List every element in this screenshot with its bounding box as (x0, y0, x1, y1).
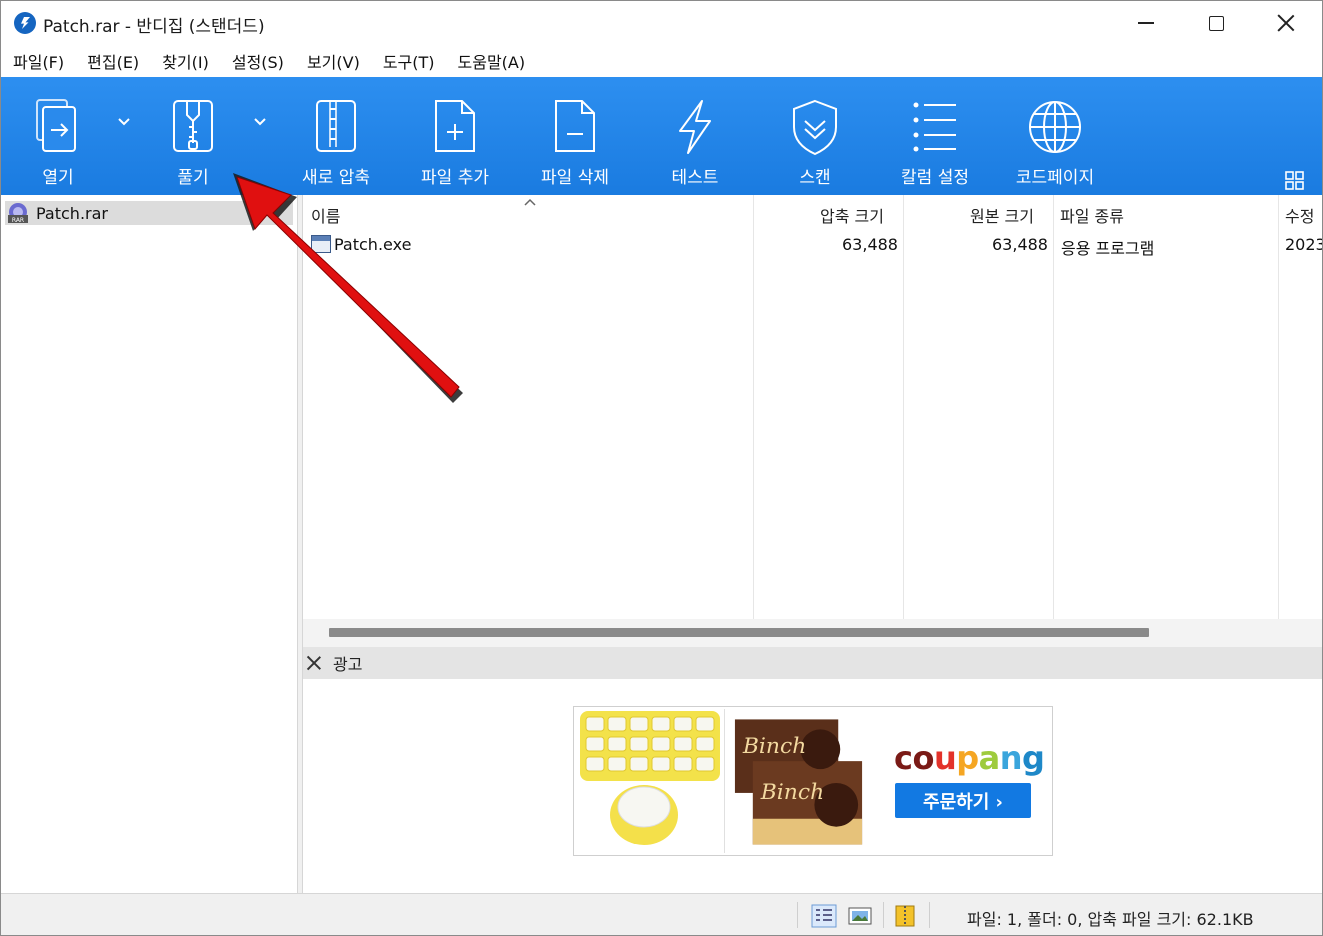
horizontal-scrollbar[interactable] (303, 619, 1322, 647)
file-modified-cell: 2023 (1285, 235, 1323, 254)
test-button[interactable]: 테스트 (635, 77, 755, 195)
menu-settings[interactable]: 설정(S) (232, 49, 284, 73)
column-settings-button[interactable]: 칼럼 설정 (875, 77, 995, 195)
chevron-down-icon (254, 118, 266, 126)
tree-item-label: Patch.rar (36, 203, 108, 223)
svg-text:Binch: Binch (742, 734, 806, 759)
minimize-icon (1138, 22, 1154, 24)
open-button[interactable]: 열기 (1, 77, 118, 195)
close-button[interactable] (1251, 1, 1321, 45)
new-archive-button[interactable]: 새로 압축 (276, 77, 396, 195)
menu-view[interactable]: 보기(V) (307, 49, 360, 73)
column-header-original-size[interactable]: 원본 크기 (970, 203, 1034, 227)
ad-area: Binch Binch coupang 주문하기 › (303, 679, 1322, 893)
add-file-button[interactable]: 파일 추가 (395, 77, 515, 195)
lightning-icon (679, 100, 711, 154)
codepage-button[interactable]: 코드페이지 (995, 77, 1115, 195)
ad-header: 광고 (303, 647, 1322, 679)
maximize-icon (1208, 15, 1224, 31)
extract-button[interactable]: 풀기 (133, 77, 253, 195)
chevron-down-icon (118, 118, 130, 126)
status-separator (883, 902, 884, 928)
column-header-file-type[interactable]: 파일 종류 (1060, 203, 1124, 227)
add-file-label: 파일 추가 (421, 168, 489, 188)
title-bar: Patch.rar - 반디집 (스탠더드) (1, 1, 1322, 45)
biscuit-product-image: Binch Binch (724, 709, 863, 853)
column-divider (1053, 195, 1054, 619)
menu-bar: 파일(F) 편집(E) 찾기(I) 설정(S) 보기(V) 도구(T) 도움말(… (1, 45, 1322, 77)
scan-label: 스캔 (799, 168, 831, 188)
ad-label: 광고 (333, 655, 363, 674)
rice-product-image (580, 711, 720, 845)
layout-grid-icon[interactable] (1285, 171, 1305, 191)
svg-text:Binch: Binch (760, 780, 824, 805)
list-columns-icon (913, 102, 956, 152)
column-divider (1278, 195, 1279, 619)
ad-close-icon[interactable] (307, 656, 321, 670)
status-text: 파일: 1, 폴더: 0, 압축 파일 크기: 62.1KB (967, 910, 1254, 929)
test-label: 테스트 (671, 168, 719, 188)
column-divider (753, 195, 754, 619)
status-separator (797, 902, 798, 928)
thumbnail-view-icon[interactable] (847, 904, 873, 928)
add-file-icon (435, 100, 475, 152)
toolbar: 열기 풀기 새로 압축 파일 추가 파일 삭제 테스트 스캔 칼럼 설정 코드페… (1, 77, 1322, 195)
menu-tools[interactable]: 도구(T) (383, 49, 435, 73)
open-label: 열기 (42, 168, 74, 188)
file-list: 이름 압축 크기 원본 크기 파일 종류 수정 Patch.exe 63,488… (303, 195, 1323, 619)
menu-find[interactable]: 찾기(I) (162, 49, 209, 73)
tree-item-archive[interactable]: RAR Patch.rar (5, 201, 293, 225)
sort-ascending-icon (524, 198, 536, 206)
file-packed-size-cell: 63,488 (842, 235, 898, 254)
ad-banner[interactable]: Binch Binch coupang 주문하기 › (573, 706, 1053, 856)
shield-icon (793, 99, 837, 156)
coupang-logo: coupang (894, 739, 1045, 777)
maximize-button[interactable] (1181, 1, 1251, 45)
menu-file[interactable]: 파일(F) (13, 49, 64, 73)
extract-zipper-icon (173, 100, 213, 152)
delete-file-icon (555, 100, 595, 152)
scrollbar-thumb[interactable] (329, 628, 1149, 637)
column-header-modified[interactable]: 수정 (1285, 203, 1314, 227)
window-title: Patch.rar - 반디집 (스탠더드) (43, 17, 265, 37)
archive-tree-panel: RAR Patch.rar (1, 195, 297, 893)
globe-icon (1029, 101, 1081, 153)
new-archive-icon (316, 100, 356, 152)
details-view-icon[interactable] (811, 904, 837, 928)
file-original-size-cell: 63,488 (992, 235, 1048, 254)
new-archive-label: 새로 압축 (302, 168, 370, 188)
codepage-label: 코드페이지 (1015, 168, 1095, 188)
column-header-packed-size[interactable]: 압축 크기 (820, 203, 884, 227)
rar-archive-icon: RAR (8, 203, 28, 224)
delete-file-label: 파일 삭제 (541, 168, 609, 188)
extract-label: 풀기 (177, 168, 209, 188)
menu-edit[interactable]: 편집(E) (87, 49, 139, 73)
svg-text:RAR: RAR (12, 217, 24, 224)
column-settings-label: 칼럼 설정 (901, 168, 969, 188)
archive-info-icon[interactable] (893, 904, 919, 928)
minimize-button[interactable] (1111, 1, 1181, 45)
status-bar: 파일: 1, 폴더: 0, 압축 파일 크기: 62.1KB (1, 893, 1322, 935)
column-header-name[interactable]: 이름 (311, 203, 340, 227)
close-icon (1277, 14, 1295, 32)
open-dropdown-button[interactable] (117, 117, 131, 127)
exe-file-icon (311, 235, 331, 253)
app-window: Patch.rar - 반디집 (스탠더드) 파일(F) 편집(E) 찾기(I)… (0, 0, 1323, 936)
menu-help[interactable]: 도움말(A) (458, 49, 526, 73)
delete-file-button[interactable]: 파일 삭제 (515, 77, 635, 195)
open-icon (36, 99, 76, 152)
extract-dropdown-button[interactable] (253, 117, 267, 127)
scan-button[interactable]: 스캔 (755, 77, 875, 195)
file-name-cell[interactable]: Patch.exe (334, 235, 411, 254)
ad-order-button[interactable]: 주문하기 › (895, 783, 1031, 818)
status-separator (929, 902, 930, 928)
file-type-cell: 응용 프로그램 (1061, 239, 1155, 258)
column-divider (903, 195, 904, 619)
bandizip-app-icon (14, 12, 36, 34)
